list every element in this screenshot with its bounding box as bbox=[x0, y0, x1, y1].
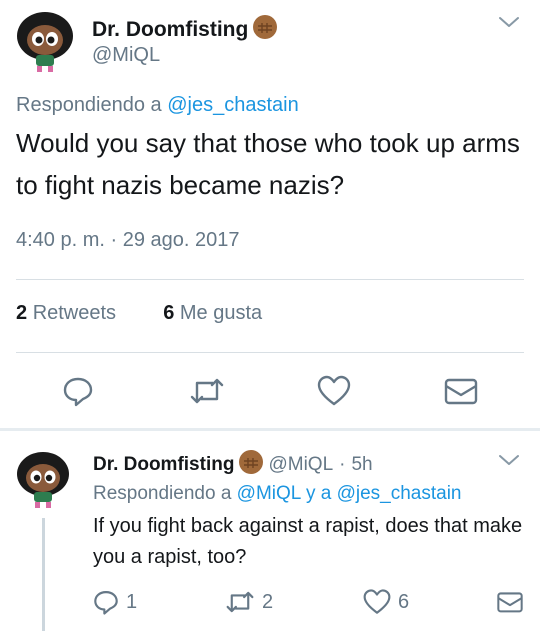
tweet-text: Would you say that those who took up arm… bbox=[16, 128, 520, 200]
author-name[interactable]: Dr. Doomfisting bbox=[92, 18, 248, 42]
reply-button[interactable]: 1 bbox=[92, 588, 137, 616]
avatar[interactable] bbox=[14, 6, 76, 76]
reply-tweet-text: If you fight back against a rapist, does… bbox=[93, 515, 523, 568]
envelope-icon bbox=[443, 376, 479, 406]
envelope-icon bbox=[496, 590, 524, 614]
replying-to-link[interactable]: @MiQL bbox=[237, 483, 301, 504]
replying-to-link[interactable]: @jes_chastain bbox=[337, 483, 462, 504]
like-button[interactable] bbox=[316, 374, 352, 408]
reply-icon bbox=[92, 588, 120, 616]
retweet-button[interactable]: 2 bbox=[224, 588, 273, 616]
retweet-count: 2 bbox=[262, 590, 274, 613]
reply-count: 1 bbox=[126, 590, 138, 613]
replying-to: Respondiendo a @jes_chastain bbox=[16, 94, 299, 117]
reply-time[interactable]: 5h bbox=[351, 454, 372, 476]
retweets-stat[interactable]: 2 Retweets bbox=[16, 302, 116, 324]
chevron-down-icon[interactable] bbox=[497, 452, 521, 473]
author-handle[interactable]: @MiQL bbox=[92, 44, 160, 67]
message-button[interactable] bbox=[443, 376, 479, 406]
replying-to-link[interactable]: @jes_chastain bbox=[167, 94, 298, 116]
thread-line bbox=[42, 518, 45, 631]
reply-icon bbox=[61, 374, 95, 408]
message-button[interactable] bbox=[496, 590, 524, 614]
heart-icon bbox=[362, 588, 392, 616]
reply-replying-to: Respondiendo a @MiQL y a @jes_chastain bbox=[93, 483, 462, 505]
main-tweet: Dr. Doomfisting @MiQL Respondiendo a @je… bbox=[0, 0, 540, 428]
tweet-timestamp[interactable]: 4:40 p. m. · 29 ago. 2017 bbox=[16, 229, 240, 252]
reply-button[interactable] bbox=[61, 374, 95, 408]
author-name-row[interactable]: Dr. Doomfisting bbox=[92, 14, 278, 45]
replying-prefix: Respondiendo a bbox=[93, 483, 232, 504]
raised-fist-icon bbox=[238, 449, 264, 481]
reply-avatar[interactable] bbox=[14, 446, 72, 512]
like-count: 6 bbox=[398, 590, 410, 613]
tweet-separator bbox=[0, 428, 540, 431]
tweet-stats: 2 Retweets 6 Me gusta bbox=[16, 302, 262, 325]
replying-conjunction: y a bbox=[305, 483, 332, 504]
reply-author-row[interactable]: Dr. Doomfisting @MiQL · 5h bbox=[93, 449, 373, 481]
heart-icon bbox=[316, 374, 352, 408]
like-button[interactable]: 6 bbox=[362, 588, 409, 616]
retweet-button[interactable] bbox=[188, 374, 226, 408]
reply-author-name[interactable]: Dr. Doomfisting bbox=[93, 454, 234, 476]
retweet-icon bbox=[224, 588, 256, 616]
time-separator: · bbox=[339, 454, 346, 475]
divider bbox=[16, 352, 524, 353]
likes-stat[interactable]: 6 Me gusta bbox=[163, 302, 262, 324]
replying-prefix: Respondiendo a bbox=[16, 94, 162, 116]
raised-fist-icon bbox=[252, 14, 278, 45]
reply-author-handle[interactable]: @MiQL bbox=[268, 454, 333, 476]
chevron-down-icon[interactable] bbox=[497, 14, 521, 35]
divider bbox=[16, 279, 524, 280]
retweet-icon bbox=[188, 374, 226, 408]
